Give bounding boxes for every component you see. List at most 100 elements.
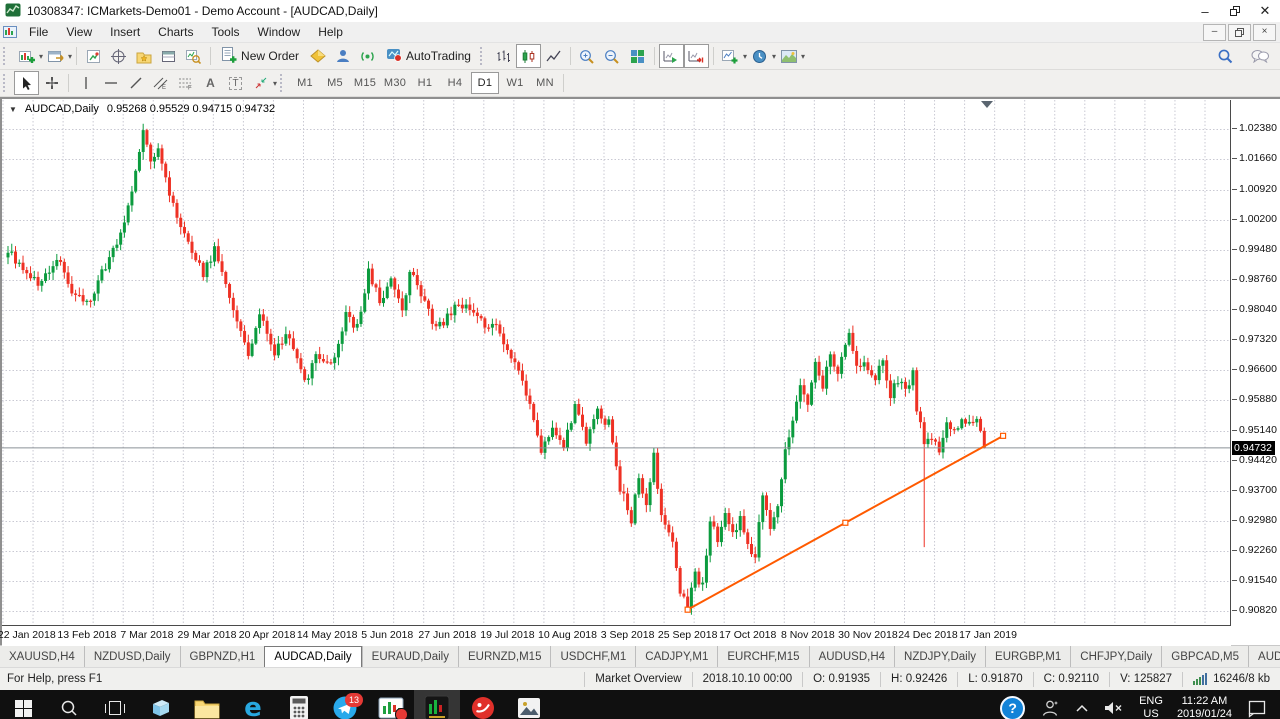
profiles-button[interactable] <box>43 44 68 68</box>
toolbar-grip[interactable] <box>479 47 486 65</box>
tab-xauusd-h4[interactable]: XAUUSD,H4 <box>0 646 84 667</box>
timeframe-m1[interactable]: M1 <box>291 72 319 94</box>
tab-euraud-daily[interactable]: EURAUD,Daily <box>361 646 458 667</box>
tray-clock[interactable]: 11:22 AM 2019/01/24 <box>1170 690 1239 719</box>
price-chart[interactable] <box>2 100 1231 625</box>
menu-view[interactable]: View <box>57 23 101 41</box>
start-button[interactable] <box>0 690 46 719</box>
menu-insert[interactable]: Insert <box>101 23 149 41</box>
new-order-button[interactable]: New Order <box>215 45 305 67</box>
timeframe-d1[interactable]: D1 <box>471 72 500 94</box>
templates-button[interactable] <box>776 44 801 68</box>
taskbar-mt4-icmarkets-active[interactable] <box>414 690 460 719</box>
tab-audchf[interactable]: AUDCHF <box>1248 646 1280 667</box>
tab-audusd-h4[interactable]: AUDUSD,H4 <box>808 646 894 667</box>
timeframe-m15[interactable]: M15 <box>351 72 379 94</box>
timeframe-m30[interactable]: M30 <box>381 72 409 94</box>
tab-gbpcad-m5[interactable]: GBPCAD,M5 <box>1161 646 1248 667</box>
periods-button[interactable] <box>747 44 772 68</box>
line-chart-button[interactable] <box>541 44 566 68</box>
menu-file[interactable]: File <box>20 23 57 41</box>
strategy-tester-button[interactable] <box>181 44 206 68</box>
tray-expand-button[interactable] <box>1068 690 1096 719</box>
taskbar-edge[interactable]: e <box>230 690 276 719</box>
child-restore-button[interactable] <box>1228 23 1251 41</box>
taskbar-mt4[interactable] <box>368 690 414 719</box>
taskbar-app-red[interactable] <box>460 690 506 719</box>
window-close-button[interactable]: ✕ <box>1250 0 1280 22</box>
window-minimize-button[interactable]: – <box>1190 0 1220 22</box>
timeframe-h4[interactable]: H4 <box>441 72 469 94</box>
tab-nzdusd-daily[interactable]: NZDUSD,Daily <box>83 646 180 667</box>
menu-window[interactable]: Window <box>249 23 310 41</box>
search-button[interactable] <box>1212 44 1237 68</box>
chevron-down-icon[interactable]: ▼ <box>9 105 17 114</box>
new-chart-button[interactable] <box>14 44 39 68</box>
menu-charts[interactable]: Charts <box>149 23 202 41</box>
tray-language-indicator[interactable]: ENG US <box>1132 690 1170 719</box>
price-axis[interactable]: 1.02380 1.01660 1.00920 1.00200 0.99480 0.987… <box>1230 100 1280 625</box>
tab-cadjpy-m1[interactable]: CADJPY,M1 <box>635 646 717 667</box>
toolbar-grip[interactable] <box>3 74 9 92</box>
fibonacci-tool-button[interactable]: F <box>173 71 198 95</box>
bar-chart-button[interactable] <box>491 44 516 68</box>
child-minimize-button[interactable]: – <box>1203 23 1226 41</box>
label-tool-button[interactable]: T <box>223 71 248 95</box>
cursor-tool-button[interactable] <box>14 71 39 95</box>
menu-tools[interactable]: Tools <box>203 23 249 41</box>
vertical-line-tool-button[interactable] <box>73 71 98 95</box>
terminal-button[interactable] <box>156 44 181 68</box>
community-button[interactable] <box>330 44 355 68</box>
data-window-button[interactable] <box>106 44 131 68</box>
arrows-dropdown[interactable]: ▾ <box>273 79 277 88</box>
timeframe-h1[interactable]: H1 <box>411 72 439 94</box>
tab-usdchf-m1[interactable]: USDCHF,M1 <box>550 646 635 667</box>
taskbar-telegram[interactable]: 13 <box>322 690 368 719</box>
task-view-button[interactable] <box>92 690 138 719</box>
tray-volume-button[interactable] <box>1096 690 1132 719</box>
tab-eurgbp-m1[interactable]: EURGBP,M1 <box>985 646 1070 667</box>
taskbar-app-blue[interactable] <box>138 690 184 719</box>
tab-eurnzd-m15[interactable]: EURNZD,M15 <box>457 646 550 667</box>
taskbar-photos[interactable] <box>506 690 552 719</box>
chart-shift-button[interactable] <box>683 44 709 68</box>
window-restore-button[interactable] <box>1220 0 1250 22</box>
taskbar-search-button[interactable] <box>46 690 92 719</box>
metaeditor-button[interactable] <box>305 44 330 68</box>
chat-button[interactable] <box>1247 44 1272 68</box>
trendline-tool-button[interactable] <box>123 71 148 95</box>
menu-help[interactable]: Help <box>309 23 352 41</box>
autotrading-button[interactable]: AutoTrading <box>380 45 477 67</box>
tab-audcad-daily[interactable]: AUDCAD,Daily <box>264 646 362 667</box>
text-tool-button[interactable]: A <box>198 71 223 95</box>
indicators-button[interactable] <box>718 44 743 68</box>
tab-gbpnzd-h1[interactable]: GBPNZD,H1 <box>179 646 265 667</box>
templates-dropdown[interactable]: ▾ <box>801 52 805 61</box>
timeframe-w1[interactable]: W1 <box>501 72 529 94</box>
market-watch-button[interactable] <box>81 44 106 68</box>
timeframe-m5[interactable]: M5 <box>321 72 349 94</box>
horizontal-line-tool-button[interactable] <box>98 71 123 95</box>
arrows-tool-button[interactable] <box>248 71 273 95</box>
profiles-dropdown[interactable]: ▾ <box>68 52 72 61</box>
tab-nzdjpy-daily[interactable]: NZDJPY,Daily <box>894 646 985 667</box>
tab-chfjpy-daily[interactable]: CHFJPY,Daily <box>1070 646 1161 667</box>
zoom-in-button[interactable] <box>575 44 600 68</box>
navigator-button[interactable] <box>131 44 156 68</box>
tile-windows-button[interactable] <box>625 44 650 68</box>
zoom-out-button[interactable] <box>600 44 625 68</box>
taskbar-file-explorer[interactable] <box>184 690 230 719</box>
equidistant-channel-tool-button[interactable]: E <box>148 71 173 95</box>
action-center-button[interactable] <box>1239 690 1280 719</box>
child-close-button[interactable]: × <box>1253 23 1276 41</box>
status-segment[interactable]: Market Overview <box>585 673 691 685</box>
candlestick-chart-button[interactable] <box>515 44 541 68</box>
date-axis[interactable]: 22 Jan 2018 13 Feb 2018 7 Mar 2018 29 Mar 2… <box>0 625 1231 646</box>
taskbar-people[interactable] <box>1032 690 1068 719</box>
signals-button[interactable] <box>355 44 380 68</box>
taskbar-calculator[interactable] <box>276 690 322 719</box>
timeframe-mn[interactable]: MN <box>531 72 559 94</box>
toolbar-grip[interactable] <box>3 47 9 65</box>
tab-eurchf-m15[interactable]: EURCHF,M15 <box>717 646 808 667</box>
toolbar-grip[interactable] <box>280 74 286 92</box>
